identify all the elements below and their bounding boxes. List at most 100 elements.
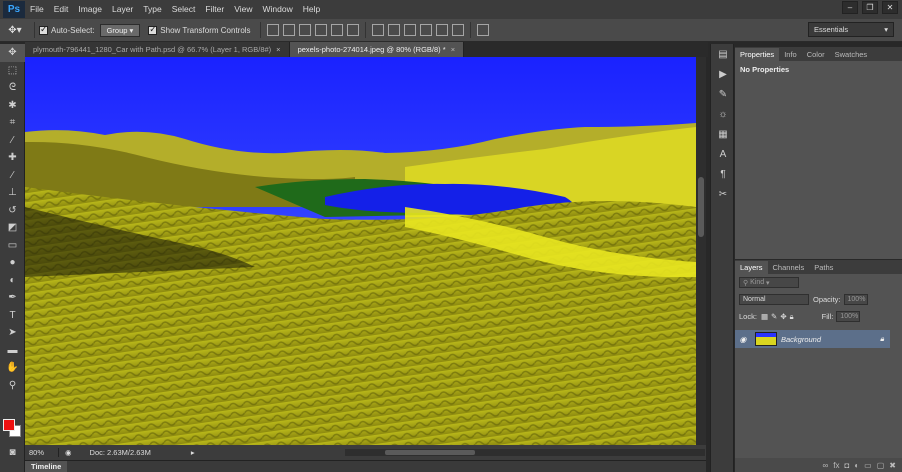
layer-row-background[interactable]: ◉ Background 🔒︎ <box>735 330 890 348</box>
healing-brush-tool-icon[interactable]: ✚ <box>0 149 25 167</box>
history-brush-tool-icon[interactable]: ↺ <box>0 202 25 220</box>
quick-mask-icon[interactable]: ◙ <box>0 444 25 462</box>
character-icon[interactable]: A <box>711 144 735 164</box>
close-button[interactable]: ✕ <box>882 1 898 14</box>
menu-select[interactable]: Select <box>167 0 201 19</box>
eyedropper-tool-icon[interactable]: ⁄ <box>0 132 25 150</box>
adjustment-layer-icon[interactable]: ◐ <box>854 461 859 470</box>
actions-icon[interactable]: ▶ <box>711 64 735 84</box>
rectangle-tool-icon[interactable]: ▬ <box>0 342 25 360</box>
close-icon[interactable]: × <box>276 45 280 54</box>
menu-file[interactable]: File <box>25 0 49 19</box>
pen-tool-icon[interactable]: ✒ <box>0 289 25 307</box>
opacity-input[interactable]: 100% <box>843 294 868 305</box>
menu-edit[interactable]: Edit <box>49 0 74 19</box>
gradient-tool-icon[interactable]: ▭ <box>0 237 25 255</box>
align-top-icon[interactable] <box>266 24 279 36</box>
blur-tool-icon[interactable]: ● <box>0 254 25 272</box>
trash-icon[interactable]: ✖ <box>889 461 896 470</box>
menu-filter[interactable]: Filter <box>200 0 229 19</box>
menu-help[interactable]: Help <box>298 0 325 19</box>
restore-button[interactable]: ❐ <box>862 1 878 14</box>
workspace-switcher[interactable]: Essentials ▾ <box>808 22 894 37</box>
tab-paths[interactable]: Paths <box>809 261 838 274</box>
marquee-tool-icon[interactable]: ⬚ <box>0 62 25 80</box>
lock-position-icon[interactable]: ✥ <box>780 312 786 321</box>
lock-image-icon[interactable]: ✎ <box>771 312 777 321</box>
hand-tool-icon[interactable]: ✋ <box>0 359 25 377</box>
link-icon[interactable]: ∞ <box>823 461 829 470</box>
fill-input[interactable]: 100% <box>836 311 861 322</box>
close-icon[interactable]: × <box>451 45 455 54</box>
timeline-tab[interactable]: Timeline <box>25 461 68 472</box>
paragraph-icon[interactable]: ¶ <box>711 164 735 184</box>
align-right-icon[interactable] <box>346 24 359 36</box>
auto-align-icon[interactable] <box>476 24 489 36</box>
tool-presets-icon[interactable]: ✂ <box>711 184 735 204</box>
dodge-tool-icon[interactable]: ◐ <box>0 272 25 290</box>
fx-icon[interactable]: fx <box>833 461 839 470</box>
brush-tool-icon[interactable]: ∕ <box>0 167 25 185</box>
menu-layer[interactable]: Layer <box>107 0 138 19</box>
eraser-tool-icon[interactable]: ◩ <box>0 219 25 237</box>
tab-plymouth-psd[interactable]: plymouth-796441_1280_Car with Path.psd @… <box>25 42 290 57</box>
move-tool-icon[interactable]: ✥ <box>0 44 25 62</box>
filter-kind-dropdown[interactable]: ⚲ Kind ▾ <box>739 277 799 288</box>
tab-info[interactable]: Info <box>779 48 802 61</box>
tab-color[interactable]: Color <box>802 48 830 61</box>
align-vcenter-icon[interactable] <box>282 24 295 36</box>
auto-select-checkbox[interactable] <box>39 24 48 35</box>
mask-icon[interactable]: ◘ <box>844 461 849 470</box>
document-canvas[interactable] <box>25 57 696 445</box>
lock-all-icon[interactable]: 🔒︎ <box>790 312 794 322</box>
path-selection-tool-icon[interactable]: ➤ <box>0 324 25 342</box>
scroll-thumb[interactable] <box>385 450 475 455</box>
magic-wand-tool-icon[interactable]: ✱ <box>0 97 25 115</box>
adjustments-icon[interactable]: ☼ <box>711 104 735 124</box>
eye-icon[interactable]: ◉ <box>735 335 751 344</box>
status-arrow-icon[interactable]: ▸ <box>191 448 195 457</box>
history-icon[interactable]: ▤ <box>711 44 735 64</box>
menu-window[interactable]: Window <box>257 0 297 19</box>
foreground-color-swatch[interactable] <box>3 419 15 431</box>
status-icon[interactable]: ◉ <box>65 448 72 457</box>
align-bottom-icon[interactable] <box>298 24 311 36</box>
distribute-top-icon[interactable] <box>371 24 384 36</box>
type-tool-icon[interactable]: T <box>0 307 25 325</box>
distribute-vcenter-icon[interactable] <box>387 24 400 36</box>
align-left-icon[interactable] <box>314 24 327 36</box>
tab-channels[interactable]: Channels <box>768 261 810 274</box>
blend-mode-dropdown[interactable]: Normal <box>739 294 809 305</box>
show-transform-checkbox[interactable] <box>148 24 158 35</box>
vertical-scrollbar[interactable] <box>696 57 706 445</box>
zoom-tool-icon[interactable]: ⚲ <box>0 377 25 395</box>
distribute-hcenter-icon[interactable] <box>435 24 448 36</box>
zoom-level[interactable]: 80% <box>25 448 59 457</box>
menu-image[interactable]: Image <box>73 0 107 19</box>
distribute-left-icon[interactable] <box>419 24 432 36</box>
tab-layers[interactable]: Layers <box>735 261 768 274</box>
lock-label: Lock: <box>739 312 757 321</box>
document-tabs: plymouth-796441_1280_Car with Path.psd @… <box>25 42 708 57</box>
auto-select-dropdown[interactable]: Group ▾ <box>99 23 141 37</box>
horizontal-scrollbar[interactable] <box>345 449 705 456</box>
lock-transparency-icon[interactable]: ▦ <box>761 312 768 321</box>
scroll-thumb[interactable] <box>698 177 704 237</box>
lasso-tool-icon[interactable]: ᘓ <box>0 79 25 97</box>
crop-tool-icon[interactable]: ⌗ <box>0 114 25 132</box>
menu-type[interactable]: Type <box>138 0 166 19</box>
align-hcenter-icon[interactable] <box>330 24 343 36</box>
distribute-bottom-icon[interactable] <box>403 24 416 36</box>
styles-icon[interactable]: ▦ <box>711 124 735 144</box>
distribute-right-icon[interactable] <box>451 24 464 36</box>
move-tool-preset-icon[interactable]: ✥▾ <box>0 20 30 40</box>
tab-swatches[interactable]: Swatches <box>830 48 873 61</box>
clone-stamp-tool-icon[interactable]: ⊥ <box>0 184 25 202</box>
tab-pexels-jpeg[interactable]: pexels-photo-274014.jpeg @ 80% (RGB/8) *… <box>289 42 465 57</box>
brushes-icon[interactable]: ✎ <box>711 84 735 104</box>
new-layer-icon[interactable]: ▢ <box>877 461 885 470</box>
menu-view[interactable]: View <box>229 0 257 19</box>
minimize-button[interactable]: – <box>842 1 858 14</box>
group-icon[interactable]: ▭ <box>864 461 872 470</box>
tab-properties[interactable]: Properties <box>735 48 780 61</box>
